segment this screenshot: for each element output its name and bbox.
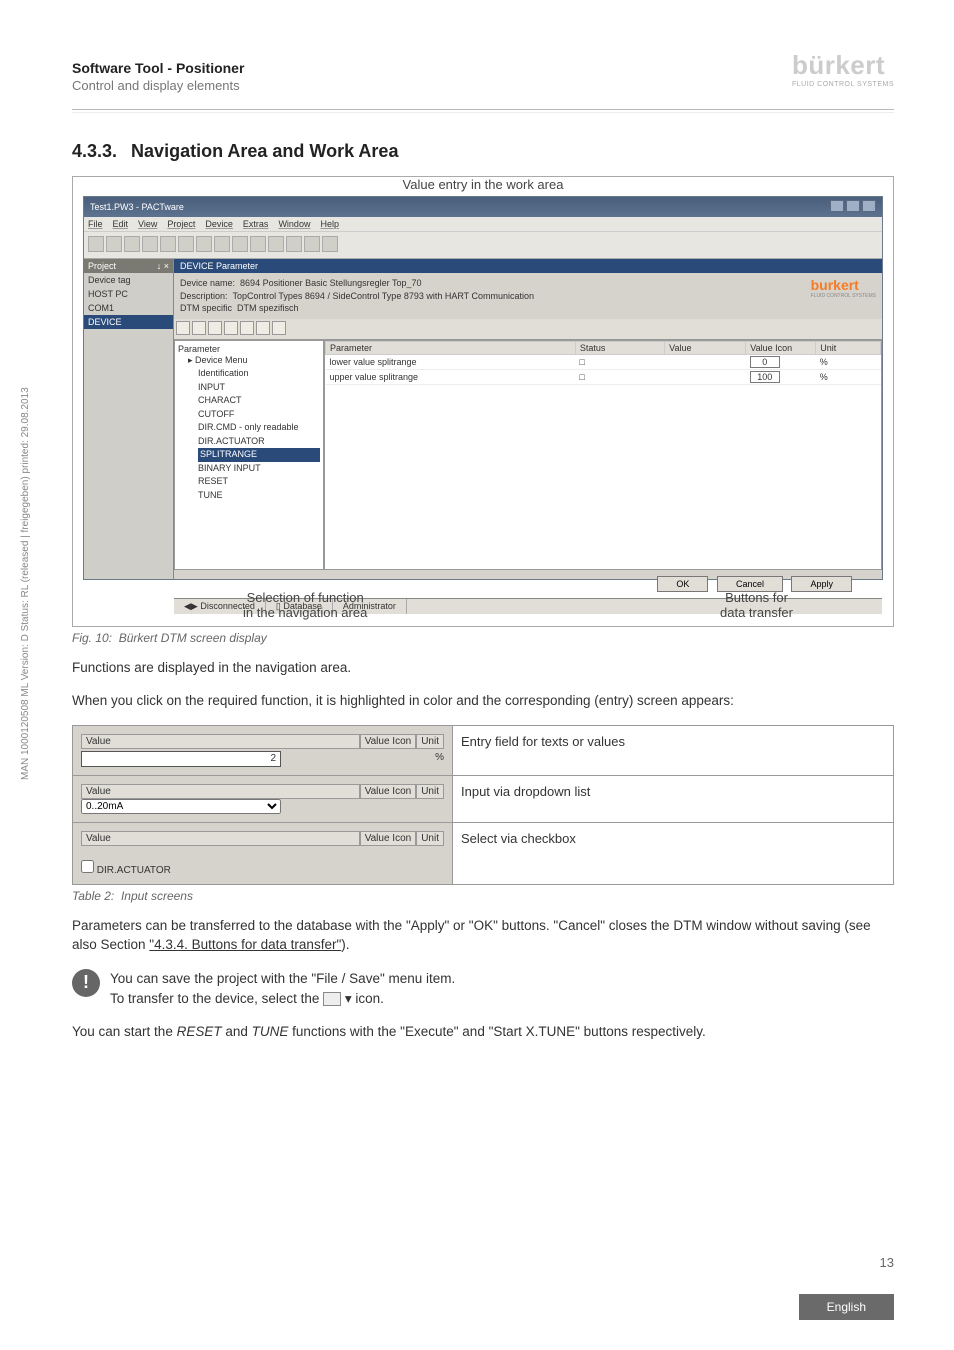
window-titlebar: Test1.PW3 - PACTware [84, 197, 882, 217]
navigation-tree[interactable]: Parameter ▸ Device Menu Identification I… [174, 340, 324, 570]
tree-item: INPUT [198, 381, 320, 395]
paragraph: Functions are displayed in the navigatio… [72, 659, 894, 678]
brand-logo: bürkert FLUID CONTROL SYSTEMS [792, 50, 894, 88]
tree-item-selected: SPLITRANGE [198, 448, 320, 462]
header-subtitle: Control and display elements [72, 78, 894, 93]
device-header: DEVICE Parameter [174, 259, 882, 273]
screenshot-dropdown: ValueValue IconUnit 0..20mA [73, 775, 453, 822]
download-to-device-icon [323, 992, 341, 1006]
note-box: ! You can save the project with the "Fil… [72, 969, 894, 1010]
figure-10: Value entry in the work area Test1.PW3 -… [72, 176, 894, 627]
tree-item: TUNE [198, 489, 320, 503]
tree-item: DIR.ACTUATOR [198, 435, 320, 449]
section-heading: 4.3.3.Navigation Area and Work Area [72, 141, 894, 162]
callout-navigation: Selection of function in the navigation … [243, 590, 367, 620]
value-entry-caption: Value entry in the work area [73, 177, 893, 192]
tree-item: Identification [198, 367, 320, 381]
screenshot-checkbox: ValueValue IconUnit DIR.ACTUATOR [73, 822, 453, 884]
desc-dropdown: Input via dropdown list [453, 775, 894, 822]
menu-bar[interactable]: FileEditViewProjectDeviceExtrasWindowHel… [84, 217, 882, 231]
tree-item: CHARACT [198, 394, 320, 408]
tree-item: RESET [198, 475, 320, 489]
table-caption: Table 2: Input screens [72, 889, 894, 903]
pactware-window: Test1.PW3 - PACTware FileEditViewProject… [83, 196, 883, 580]
apply-button[interactable]: Apply [791, 576, 852, 592]
device-logo: burkertFLUID CONTROL SYSTEMS [811, 277, 876, 315]
window-buttons[interactable] [828, 200, 876, 214]
paragraph: When you click on the required function,… [72, 692, 894, 711]
screenshot-text-entry: ValueValue IconUnit 2% [73, 725, 453, 775]
page-header: Software Tool - Positioner Control and d… [72, 60, 894, 93]
window-title: Test1.PW3 - PACTware [90, 202, 184, 212]
callout-buttons: Buttons for data transfer [720, 590, 793, 620]
device-info: Device name: 8694 Positioner Basic Stell… [174, 273, 882, 319]
tree-item: BINARY INPUT [198, 462, 320, 476]
side-print-info: MAN 1000120508 ML Version: D Status: RL … [20, 387, 31, 780]
paragraph: Parameters can be transferred to the dat… [72, 917, 894, 955]
figure-caption: Fig. 10: Bürkert DTM screen display [72, 631, 894, 645]
input-screens-table: ValueValue IconUnit 2% Entry field for t… [72, 725, 894, 885]
paragraph: You can start the RESET and TUNE functio… [72, 1023, 894, 1042]
work-area-table[interactable]: ParameterStatusValueValue IconUnit lower… [324, 340, 882, 570]
desc-checkbox: Select via checkbox [453, 822, 894, 884]
project-panel[interactable]: Project↓ × Device tag HOST PC COM1 DEVIC… [84, 259, 174, 579]
language-tab: English [799, 1294, 894, 1320]
dropdown-sample[interactable]: 0..20mA [81, 799, 281, 814]
checkbox-sample[interactable]: DIR.ACTUATOR [81, 865, 171, 876]
xref-434[interactable]: "4.3.4. Buttons for data transfer" [149, 937, 341, 952]
attention-icon: ! [72, 969, 100, 997]
page-number: 13 [880, 1255, 894, 1270]
desc-text-entry: Entry field for texts or values [453, 725, 894, 775]
ok-button[interactable]: OK [657, 576, 708, 592]
tree-item: DIR.CMD - only readable [198, 421, 320, 435]
param-toolbar[interactable] [174, 319, 882, 340]
main-toolbar[interactable] [84, 231, 882, 259]
tree-item: CUTOFF [198, 408, 320, 422]
header-title: Software Tool - Positioner [72, 60, 894, 76]
